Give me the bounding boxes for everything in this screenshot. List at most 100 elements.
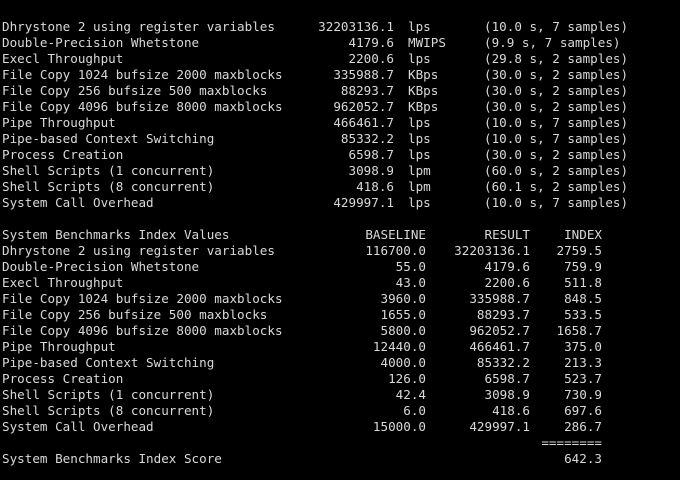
index-row: System Call Overhead 15000.0 429997.1 286.7	[0, 419, 680, 435]
score-value: 642.3	[564, 451, 602, 466]
index-row-result: 418.6	[492, 403, 530, 418]
index-row-index: 848.5	[564, 291, 602, 306]
result-detail: (30.0 s, 2 samples)	[484, 67, 629, 82]
index-row: Execl Throughput 43.0 2200.6 511.8	[0, 275, 680, 291]
index-row-baseline: 42.4	[395, 387, 426, 402]
index-row-baseline: 3960.0	[380, 291, 427, 306]
index-row-name: Shell Scripts (8 concurrent)	[2, 403, 215, 418]
index-row-name: Double-Precision Whetstone	[2, 259, 200, 274]
terminal-window[interactable]: ... Dhrystone 2 using register variables…	[0, 0, 680, 480]
result-unit: lps	[408, 195, 431, 210]
result-detail: (60.1 s, 2 samples)	[484, 179, 629, 194]
score-separator: ========	[0, 435, 680, 451]
index-row-result: 429997.1	[469, 419, 530, 434]
index-row-index: 1658.7	[556, 323, 603, 338]
index-row-baseline: 43.0	[395, 275, 426, 290]
result-header: RESULT	[484, 227, 531, 242]
result-unit: lps	[408, 147, 431, 162]
result-unit: lpm	[408, 179, 431, 194]
result-row: Process Creation 6598.7 lps (30.0 s, 2 samp…	[0, 147, 680, 163]
result-row: Shell Scripts (1 concurrent) 3098.9 lpm (60…	[0, 163, 680, 179]
index-row-baseline: 5800.0	[380, 323, 427, 338]
result-row: Pipe-based Context Switching 85332.2 lps (1…	[0, 131, 680, 147]
index-row-name: File Copy 256 bufsize 500 maxblocks	[2, 307, 268, 322]
index-row-index: 523.7	[564, 371, 602, 386]
result-name: File Copy 1024 bufsize 2000 maxblocks	[2, 67, 283, 82]
index-row-name: Pipe Throughput	[2, 339, 116, 354]
index-row-baseline: 6.0	[403, 403, 426, 418]
result-unit: lpm	[408, 163, 431, 178]
result-value: 6598.7	[348, 147, 395, 162]
index-title: System Benchmarks Index Values	[2, 227, 230, 242]
result-name: Process Creation	[2, 147, 124, 162]
index-row-result: 85332.2	[476, 355, 530, 370]
result-unit: lps	[408, 115, 431, 130]
result-detail: (10.0 s, 7 samples)	[484, 115, 629, 130]
score-label: System Benchmarks Index Score	[2, 451, 222, 466]
result-unit: lps	[408, 19, 431, 34]
result-value: 466461.7	[333, 115, 394, 130]
result-unit: KBps	[408, 99, 439, 114]
result-row: Shell Scripts (8 concurrent) 418.6 lpm (60.…	[0, 179, 680, 195]
index-row: Process Creation 126.0 6598.7 523.7	[0, 371, 680, 387]
index-row-name: File Copy 1024 bufsize 2000 maxblocks	[2, 291, 283, 306]
index-header: INDEX	[564, 227, 602, 242]
result-value: 2200.6	[348, 51, 395, 66]
result-value: 962052.7	[333, 99, 394, 114]
index-row-result: 88293.7	[476, 307, 530, 322]
index-row-index: 697.6	[564, 403, 602, 418]
result-unit: lps	[408, 131, 431, 146]
index-row-baseline: 116700.0	[365, 243, 426, 258]
result-row: Execl Throughput 2200.6 lps (29.8 s, 2 samp…	[0, 51, 680, 67]
result-name: Dhrystone 2 using register variables	[2, 19, 275, 34]
index-row-baseline: 55.0	[395, 259, 426, 274]
result-row: File Copy 1024 bufsize 2000 maxblocks 335…	[0, 67, 680, 83]
separator-line: ========	[541, 435, 602, 450]
index-row: Shell Scripts (8 concurrent) 6.0 418.6 697.…	[0, 403, 680, 419]
index-row-result: 962052.7	[469, 323, 530, 338]
result-name: Double-Precision Whetstone	[2, 35, 200, 50]
result-value: 85332.2	[340, 131, 394, 146]
index-row: Pipe Throughput 12440.0 466461.7 375.0	[0, 339, 680, 355]
index-row-result: 6598.7	[484, 371, 531, 386]
index-row: File Copy 1024 bufsize 2000 maxblocks 396…	[0, 291, 680, 307]
result-row: Pipe Throughput 466461.7 lps (10.0 s, 7 sam…	[0, 115, 680, 131]
score-row: System Benchmarks Index Score 642.3	[0, 451, 680, 467]
result-detail: (10.0 s, 7 samples)	[484, 19, 629, 34]
result-value: 88293.7	[340, 83, 394, 98]
result-value: 32203136.1	[318, 19, 394, 34]
index-row-index: 213.3	[564, 355, 602, 370]
index-row-baseline: 12440.0	[372, 339, 426, 354]
index-row: Double-Precision Whetstone 55.0 4179.6 759.…	[0, 259, 680, 275]
result-name: Shell Scripts (1 concurrent)	[2, 163, 215, 178]
index-row-index: 511.8	[564, 275, 602, 290]
index-row-name: Pipe-based Context Switching	[2, 355, 215, 370]
index-row-baseline: 126.0	[388, 371, 426, 386]
index-row: Pipe-based Context Switching 4000.0 85332.…	[0, 355, 680, 371]
result-value: 429997.1	[333, 195, 394, 210]
index-row-result: 32203136.1	[454, 243, 530, 258]
index-row-name: Execl Throughput	[2, 275, 124, 290]
result-value: 3098.9	[348, 163, 395, 178]
index-row: Shell Scripts (1 concurrent) 42.4 3098.9 73…	[0, 387, 680, 403]
result-detail: (30.0 s, 2 samples)	[484, 83, 629, 98]
index-row-index: 730.9	[564, 387, 602, 402]
index-row-name: Dhrystone 2 using register variables	[2, 243, 275, 258]
index-row-name: System Call Overhead	[2, 419, 154, 434]
index-row-baseline: 4000.0	[380, 355, 427, 370]
result-detail: (29.8 s, 2 samples)	[484, 51, 629, 66]
result-unit: MWIPS	[408, 35, 446, 50]
result-detail: (10.0 s, 7 samples)	[484, 131, 629, 146]
index-row-baseline: 15000.0	[372, 419, 426, 434]
index-row-index: 759.9	[564, 259, 602, 274]
truncated-line: ...	[2, 0, 177, 4]
index-row-result: 4179.6	[484, 259, 531, 274]
result-row: File Copy 4096 bufsize 8000 maxblocks 962…	[0, 99, 680, 115]
result-name: File Copy 256 bufsize 500 maxblocks	[2, 83, 268, 98]
result-value: 418.6	[356, 179, 394, 194]
result-name: System Call Overhead	[2, 195, 154, 210]
index-row-result: 3098.9	[484, 387, 531, 402]
index-row-index: 533.5	[564, 307, 602, 322]
result-detail: (60.0 s, 2 samples)	[484, 163, 629, 178]
baseline-header: BASELINE	[365, 227, 426, 242]
